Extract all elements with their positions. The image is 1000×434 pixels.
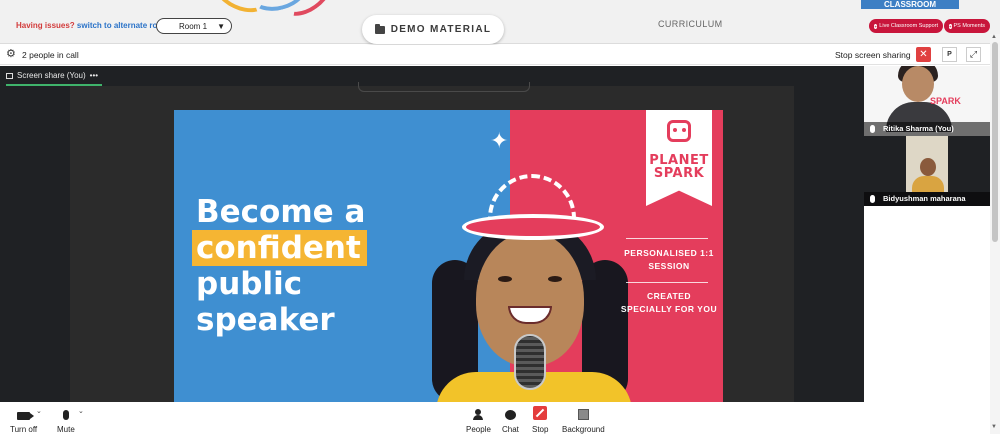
divider [626, 238, 708, 239]
camera-label: Turn off [10, 425, 38, 434]
support-icon: + [874, 23, 878, 29]
participant-head [920, 158, 936, 176]
stop-label: Stop [532, 425, 549, 434]
decor-arc-red [268, 0, 342, 26]
brand-line2: SPARK [653, 166, 705, 181]
demo-material-label: DEMO MATERIAL [390, 24, 492, 35]
active-tab-indicator [6, 84, 102, 86]
participant-name: Bidyushman maharana [864, 192, 990, 206]
room-select-value: Room 1 [179, 21, 208, 31]
brand-logo: PLANET SPARK [646, 154, 712, 180]
caret-down-icon: ▼ [217, 21, 225, 31]
slide-subtext-1: PERSONALISED 1:1 SESSION [624, 248, 714, 271]
people-button[interactable]: People [466, 402, 491, 434]
mic-options-chevron-icon[interactable]: ⌄ [78, 407, 84, 415]
presentation-slide: Become a confident public speaker ✦ PLAN… [174, 110, 723, 402]
slide-headline-line3: public [196, 266, 303, 302]
microphone-icon [62, 410, 69, 420]
app-root: Having issues? switch to alternate room … [0, 0, 1000, 434]
scroll-down-icon[interactable]: ▼ [991, 424, 997, 430]
issue-notice: Having issues? switch to alternate room [16, 21, 169, 30]
people-icon [473, 409, 484, 420]
girl-eye-left [498, 276, 512, 282]
camera-icon [17, 412, 35, 420]
chat-icon [504, 410, 516, 420]
top-bar: Having issues? switch to alternate room … [0, 0, 1000, 44]
live-classroom-support-button[interactable]: + Live Classroom Support [869, 19, 943, 33]
ps-moments-button[interactable]: + PS Moments [944, 19, 990, 33]
ps-moments-label: PS Moments [953, 23, 985, 29]
stop-screen-sharing-label: Stop screen sharing [835, 50, 911, 60]
live-support-label: Live Classroom Support [879, 23, 938, 29]
participant-tile[interactable]: Bidyushman maharana [864, 136, 990, 206]
mute-label: Mute [57, 425, 75, 434]
monitor-icon [6, 72, 13, 79]
room-select[interactable]: Room 1 ▼ [156, 18, 232, 34]
moments-icon: + [949, 23, 952, 29]
camera-toggle-button[interactable]: Turn off [10, 402, 37, 434]
folder-icon [374, 23, 385, 34]
camera-options-chevron-icon[interactable]: ⌄ [36, 407, 42, 415]
chat-button[interactable]: Chat [502, 402, 519, 434]
hat-brim [462, 214, 604, 240]
slide-headline-line4: speaker [196, 302, 335, 338]
scroll-up-icon[interactable]: ▲ [991, 34, 997, 40]
participant-tile[interactable]: SPARK Ritika Sharma (You) [864, 66, 990, 136]
girl-eye-right [548, 276, 562, 282]
people-count: 2 people in call [22, 50, 79, 60]
more-options-icon[interactable]: ••• [90, 71, 98, 80]
people-label: People [466, 425, 491, 434]
star-doodle-icon: ✦ [490, 128, 509, 153]
robot-logo-icon [667, 120, 691, 142]
background-label: Background [562, 425, 605, 434]
background-brand-text: SPARK [930, 96, 961, 106]
slide-headline-line2: confident [192, 230, 367, 266]
slide-subtext-2: CREATED SPECIALLY FOR YOU [620, 291, 718, 314]
microphone-image [514, 334, 546, 390]
participant-body [912, 176, 944, 192]
bottom-toolbar: Turn off ⌄ Mute ⌄ People Chat Stop Backg… [0, 402, 990, 434]
call-bar: ⚙ 2 people in call Stop screen sharing ✕… [0, 45, 990, 65]
mute-button[interactable]: Mute [57, 402, 75, 434]
expand-icon[interactable]: ⤢ [966, 47, 981, 62]
stop-share-icon [533, 406, 548, 420]
screen-share-label: Screen share (You) [17, 71, 86, 80]
issue-text: Having issues? [16, 21, 75, 30]
stop-sharing-close-button[interactable]: ✕ [916, 47, 931, 62]
mic-icon [870, 195, 875, 203]
curriculum-tab[interactable]: CURRICULUM [658, 19, 723, 29]
screen-share-tab[interactable]: Screen share (You) ••• [6, 71, 98, 80]
shared-window-toolbar [358, 82, 530, 92]
demo-material-button[interactable]: DEMO MATERIAL [362, 15, 504, 44]
background-icon [577, 409, 589, 420]
gear-icon[interactable]: ⚙ [6, 49, 17, 60]
scrollbar-thumb[interactable] [992, 42, 998, 242]
classroom-tab[interactable]: CLASSROOM [861, 0, 959, 9]
chat-label: Chat [502, 425, 519, 434]
background-button[interactable]: Background [562, 402, 605, 434]
stop-share-button[interactable]: Stop [532, 402, 548, 434]
mic-icon [870, 125, 875, 133]
divider [626, 282, 708, 283]
slide-headline-line1: Become a [196, 194, 366, 230]
participant-name: Ritika Sharma (You) [864, 122, 990, 136]
pin-p-button[interactable]: P [942, 47, 957, 62]
